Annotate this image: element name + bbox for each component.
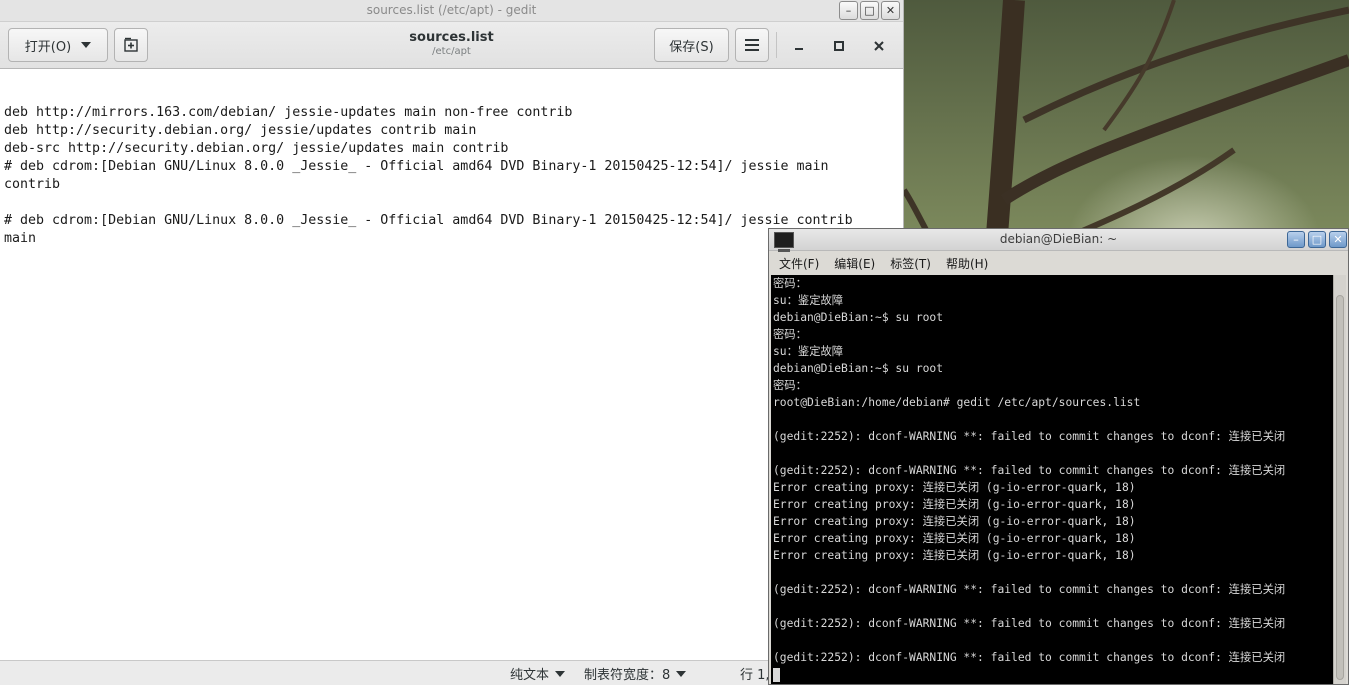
terminal-cursor xyxy=(773,668,780,682)
terminal-line: (gedit:2252): dconf-WARNING **: failed t… xyxy=(773,583,1286,596)
cursor-position: 行 1, xyxy=(740,664,770,683)
terminal-output[interactable]: 密码： su：鉴定故障 debian@DieBian:~$ su root 密码… xyxy=(771,275,1335,684)
new-tab-icon xyxy=(124,37,138,52)
terminal-line: root@DieBian:/home/debian# gedit /etc/ap… xyxy=(773,396,1141,409)
new-tab-button[interactable] xyxy=(114,28,148,62)
terminal-line: (gedit:2252): dconf-WARNING **: failed t… xyxy=(773,430,1286,443)
file-name: sources.list xyxy=(409,30,494,45)
menu-tabs[interactable]: 标签(T) xyxy=(890,255,931,272)
maximize-icon xyxy=(834,41,844,51)
editor-line[interactable]: deb http://mirrors.163.com/debian/ jessi… xyxy=(4,104,903,122)
menu-button[interactable] xyxy=(735,28,769,62)
terminal-maximize-button[interactable]: □ xyxy=(1308,231,1326,248)
chevron-down-icon xyxy=(676,670,687,677)
chevron-down-icon xyxy=(555,670,566,677)
terminal-minimize-button[interactable]: – xyxy=(1287,231,1305,248)
gedit-headerbar: 打开(O) sources.list /etc/apt 保存(S) xyxy=(0,22,903,69)
terminal-line: 密码： xyxy=(773,277,807,290)
terminal-line: Error creating proxy: 连接已关闭 (g-io-error-… xyxy=(773,549,1136,562)
terminal-line: (gedit:2252): dconf-WARNING **: failed t… xyxy=(773,651,1286,664)
headerbar-separator xyxy=(776,32,777,58)
cursor-position-label: 行 1, xyxy=(740,668,770,683)
terminal-line: (gedit:2252): dconf-WARNING **: failed t… xyxy=(773,464,1286,477)
terminal-line: su：鉴定故障 xyxy=(773,345,844,358)
terminal-menubar: 文件(F) 编辑(E) 标签(T) 帮助(H) xyxy=(769,251,1348,275)
maximize-button[interactable] xyxy=(829,36,849,56)
maximize-icon: □ xyxy=(864,4,875,17)
menu-help[interactable]: 帮助(H) xyxy=(946,255,988,272)
terminal-close-button[interactable]: ✕ xyxy=(1329,231,1347,248)
menu-file[interactable]: 文件(F) xyxy=(779,255,819,272)
terminal-scrollbar[interactable] xyxy=(1333,275,1346,684)
tab-width-label: 制表符宽度：8 xyxy=(584,668,671,683)
terminal-prompt-line[interactable] xyxy=(773,666,1335,683)
close-icon: ✕ xyxy=(885,4,896,17)
menu-edit[interactable]: 编辑(E) xyxy=(834,255,875,272)
terminal-line: 密码： xyxy=(773,328,807,341)
terminal-line: (gedit:2252): dconf-WARNING **: failed t… xyxy=(773,617,1286,630)
terminal-line: Error creating proxy: 连接已关闭 (g-io-error-… xyxy=(773,498,1136,511)
terminal-line: su：鉴定故障 xyxy=(773,294,844,307)
gedit-wm-title: sources.list (/etc/apt) - gedit xyxy=(366,3,537,17)
wm-minimize-button[interactable]: – xyxy=(839,1,858,20)
save-button-label: 保存(S) xyxy=(669,39,714,55)
terminal-window: debian@DieBian: ~ – □ ✕ 文件(F) 编辑(E) 标签(T… xyxy=(768,228,1349,685)
terminal-line: 密码： xyxy=(773,379,807,392)
document-title: sources.list /etc/apt xyxy=(330,30,573,57)
minimize-icon xyxy=(795,48,803,50)
editor-line[interactable] xyxy=(4,194,903,212)
minimize-icon: – xyxy=(1293,233,1299,246)
close-icon: ✕ xyxy=(1333,233,1343,246)
open-button-label: 打开(O) xyxy=(24,39,72,55)
editor-line[interactable]: contrib xyxy=(4,176,903,194)
terminal-line: Error creating proxy: 连接已关闭 (g-io-error-… xyxy=(773,481,1136,494)
terminal-line: debian@DieBian:~$ su root xyxy=(773,362,944,375)
minimize-icon: – xyxy=(845,4,852,17)
editor-line[interactable]: deb-src http://security.debian.org/ jess… xyxy=(4,140,903,158)
terminal-line: Error creating proxy: 连接已关闭 (g-io-error-… xyxy=(773,515,1136,528)
terminal-scroll-thumb[interactable] xyxy=(1336,295,1344,680)
wm-maximize-button[interactable]: □ xyxy=(860,1,879,20)
open-button[interactable]: 打开(O) xyxy=(8,28,108,62)
file-path: /etc/apt xyxy=(432,46,471,57)
language-selector[interactable]: 纯文本 xyxy=(510,664,566,683)
minimize-button[interactable] xyxy=(789,36,809,56)
tab-width-selector[interactable]: 制表符宽度：8 xyxy=(584,664,687,683)
close-icon xyxy=(874,41,884,51)
save-button[interactable]: 保存(S) xyxy=(654,28,729,62)
maximize-icon: □ xyxy=(1311,233,1323,246)
editor-line[interactable]: # deb cdrom:[Debian GNU/Linux 8.0.0 _Jes… xyxy=(4,158,903,176)
language-label: 纯文本 xyxy=(510,668,550,683)
terminal-line: Error creating proxy: 连接已关闭 (g-io-error-… xyxy=(773,532,1136,545)
terminal-title: debian@DieBian: ~ xyxy=(999,232,1118,246)
close-button[interactable] xyxy=(869,36,889,56)
editor-line[interactable]: deb http://security.debian.org/ jessie/u… xyxy=(4,122,903,140)
wm-close-button[interactable]: ✕ xyxy=(881,1,900,20)
gedit-wm-titlebar[interactable]: sources.list (/etc/apt) - gedit – □ ✕ xyxy=(0,0,903,22)
terminal-line: debian@DieBian:~$ su root xyxy=(773,311,944,324)
hamburger-menu-icon xyxy=(745,39,759,51)
terminal-titlebar[interactable]: debian@DieBian: ~ – □ ✕ xyxy=(769,229,1348,252)
chevron-down-icon xyxy=(81,42,92,48)
